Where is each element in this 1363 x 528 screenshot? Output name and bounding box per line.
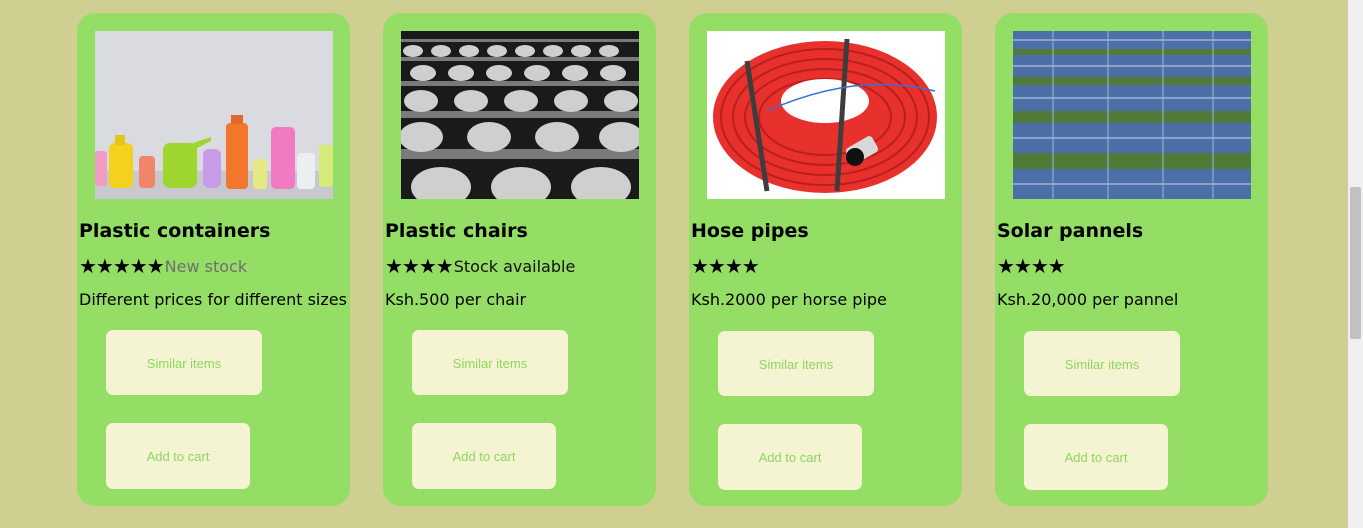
star-rating-icon: ★★★★★: [79, 254, 165, 278]
product-image-plastic-chairs: [401, 31, 639, 199]
stock-status: Stock available: [453, 256, 576, 276]
product-page: Plastic containers ★★★★★ New stock Diffe…: [0, 0, 1363, 528]
product-card: Plastic containers ★★★★★ New stock Diffe…: [77, 13, 350, 506]
add-to-cart-button[interactable]: Add to cart: [106, 423, 250, 489]
product-image-hose-pipes: [707, 31, 945, 199]
product-price: Ksh.2000 per horse pipe: [691, 290, 887, 309]
add-to-cart-button[interactable]: Add to cart: [412, 423, 556, 489]
product-card: Hose pipes ★★★★ Ksh.2000 per horse pipe …: [689, 13, 962, 506]
star-rating-icon: ★★★★: [691, 254, 760, 278]
product-title: Plastic containers: [79, 220, 271, 242]
product-title: Plastic chairs: [385, 220, 528, 242]
add-to-cart-button[interactable]: Add to cart: [718, 424, 862, 490]
product-price: Different prices for different sizes: [79, 290, 347, 309]
similar-items-button[interactable]: Similar items: [412, 330, 568, 395]
product-card: Solar pannels ★★★★ Ksh.20,000 per pannel…: [995, 13, 1268, 506]
similar-items-button[interactable]: Similar items: [718, 331, 874, 396]
add-to-cart-button[interactable]: Add to cart: [1024, 424, 1168, 490]
star-rating-icon: ★★★★: [997, 254, 1066, 278]
vertical-scrollbar[interactable]: [1348, 0, 1363, 528]
stock-status: New stock: [164, 256, 248, 276]
product-price: Ksh.500 per chair: [385, 290, 527, 309]
similar-items-button[interactable]: Similar items: [106, 330, 262, 395]
scrollbar-thumb[interactable]: [1350, 187, 1361, 339]
rating-row: ★★★★★ New stock: [79, 256, 247, 276]
rating-row: ★★★★: [997, 254, 1066, 278]
product-card: Plastic chairs ★★★★ Stock available Ksh.…: [383, 13, 656, 506]
rating-row: ★★★★: [691, 254, 760, 278]
product-price: Ksh.20,000 per pannel: [997, 290, 1179, 309]
product-image-plastic-containers: [95, 31, 333, 199]
similar-items-button[interactable]: Similar items: [1024, 331, 1180, 396]
star-rating-icon: ★★★★: [385, 254, 454, 278]
product-image-solar-panels: [1013, 31, 1251, 199]
product-title: Solar pannels: [997, 220, 1144, 242]
product-title: Hose pipes: [691, 220, 809, 242]
rating-row: ★★★★ Stock available: [385, 256, 575, 276]
